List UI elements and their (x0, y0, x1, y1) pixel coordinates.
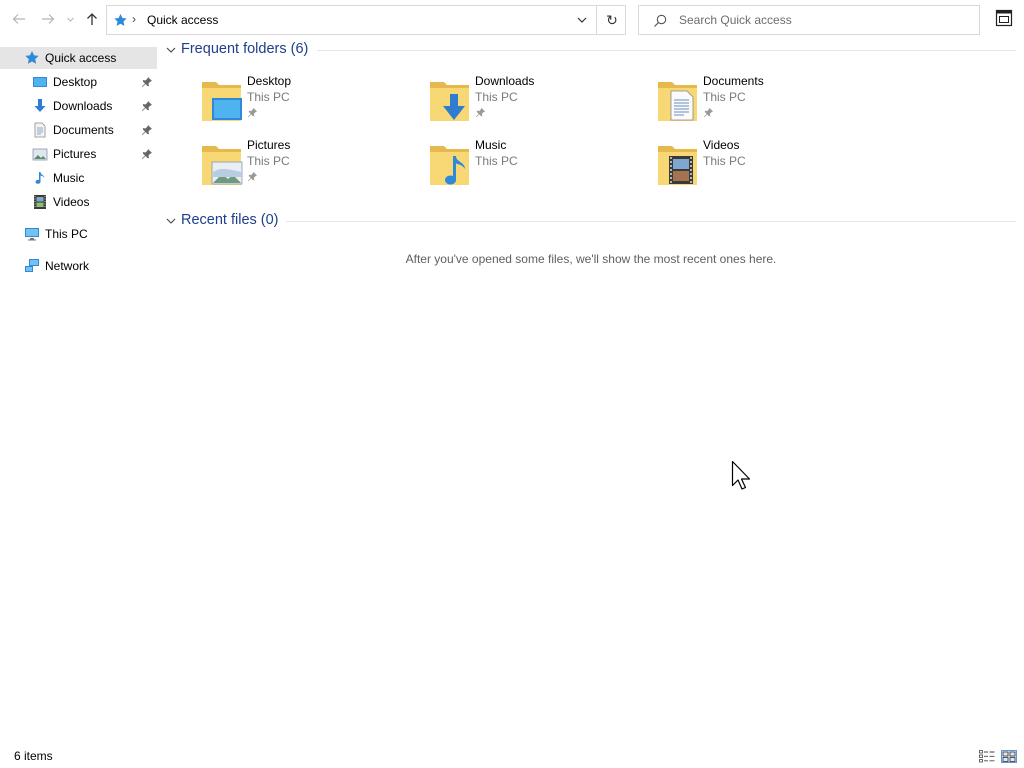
pin-icon (475, 107, 486, 118)
videos-folder-icon (658, 146, 697, 185)
folder-name: Desktop (247, 74, 292, 88)
sidebar-item-videos[interactable]: Videos (0, 191, 157, 213)
folder-location: This PC (703, 90, 746, 104)
group-divider (286, 221, 1016, 222)
address-history-dropdown[interactable] (571, 6, 593, 34)
sidebar-item-label: Quick access (45, 51, 117, 65)
search-input[interactable]: Search Quick access (679, 13, 792, 27)
sidebar-item-downloads[interactable]: Downloads (0, 95, 157, 117)
folder-tile-desktop[interactable]: Desktop This PC (201, 74, 421, 132)
recent-locations-button[interactable] (63, 9, 77, 29)
folder-name: Pictures (247, 138, 291, 152)
videos-icon (34, 195, 46, 209)
pin-icon (247, 107, 258, 118)
documents-icon (34, 122, 46, 138)
frequent-folders-header[interactable]: Frequent folders (6) (164, 40, 1016, 60)
sidebar-item-label: Music (53, 171, 85, 185)
recent-files-header[interactable]: Recent files (0) (164, 211, 1016, 231)
forward-button[interactable] (38, 9, 58, 29)
refresh-icon: ↻ (606, 11, 618, 28)
group-divider (317, 50, 1016, 51)
folder-name: Documents (703, 74, 764, 88)
sidebar-item-documents[interactable]: Documents (0, 119, 157, 141)
address-divider (596, 6, 597, 34)
music-icon (35, 172, 45, 184)
chevron-down-icon (166, 218, 176, 224)
network-icon (25, 259, 39, 272)
arrow-right-icon (42, 14, 55, 24)
search-box[interactable]: Search Quick access (638, 5, 980, 35)
tiles-view-icon[interactable] (1001, 750, 1017, 763)
sidebar-item-label: Documents (53, 123, 114, 137)
sidebar-item-pictures[interactable]: Pictures (0, 143, 157, 165)
mouse-cursor-icon (731, 460, 751, 490)
recent-files-empty-message: After you've opened some files, we'll sh… (405, 252, 777, 266)
sidebar-item-label: Downloads (53, 99, 113, 113)
quick-access-star-icon (25, 51, 39, 64)
sidebar-item-music[interactable]: Music (0, 167, 157, 189)
sidebar-item-label: Network (45, 259, 90, 273)
pin-icon[interactable] (141, 124, 153, 136)
pin-icon (703, 107, 714, 118)
folder-location: This PC (247, 154, 290, 168)
folder-name: Music (475, 138, 507, 152)
music-folder-icon (430, 146, 469, 185)
recent-files-title: Recent files (0) (181, 212, 279, 228)
folder-tile-documents[interactable]: Documents This PC (657, 74, 877, 132)
sidebar-item-label: Videos (53, 195, 90, 209)
downloads-icon (34, 99, 46, 112)
desktop-icon (33, 77, 47, 87)
sidebar-item-label: Desktop (53, 75, 98, 89)
preview-pane-icon[interactable] (995, 9, 1013, 27)
sidebar-item-desktop[interactable]: Desktop (0, 71, 157, 93)
up-button[interactable] (82, 9, 102, 29)
sidebar-item-label: This PC (45, 227, 88, 241)
folder-tile-videos[interactable]: Videos This PC (657, 138, 877, 196)
pin-icon[interactable] (141, 76, 153, 88)
pictures-folder-icon (202, 146, 243, 185)
downloads-folder-icon (430, 82, 469, 121)
refresh-button[interactable]: ↻ (598, 6, 626, 34)
folder-name: Videos (703, 138, 740, 152)
folder-location: This PC (703, 154, 746, 168)
sidebar-item-network[interactable]: Network (0, 255, 157, 277)
pin-icon (247, 171, 258, 182)
back-button[interactable] (9, 9, 29, 29)
search-icon (654, 14, 667, 27)
chevron-down-icon (166, 47, 176, 53)
sidebar-item-this-pc[interactable]: This PC (0, 223, 157, 245)
pin-icon[interactable] (141, 148, 153, 160)
arrow-left-icon (12, 14, 25, 24)
status-item-count: 6 items (14, 749, 53, 763)
this-pc-icon (25, 228, 39, 241)
folder-location: This PC (247, 90, 290, 104)
sidebar-item-label: Pictures (53, 147, 97, 161)
breadcrumb-quick-access[interactable]: Quick access (147, 13, 218, 27)
folder-name: Downloads (475, 74, 535, 88)
address-bar[interactable]: › Quick access ↻ (106, 5, 626, 35)
chevron-down-icon (577, 17, 587, 23)
frequent-folders-title: Frequent folders (6) (181, 41, 309, 57)
sidebar-item-quick-access[interactable]: Quick access (0, 47, 157, 69)
folder-location: This PC (475, 154, 518, 168)
documents-folder-icon (658, 82, 697, 121)
details-view-icon[interactable] (979, 750, 995, 763)
desktop-folder-icon (202, 82, 242, 121)
navigation-bar: › Quick access ↻ Search Quick access (0, 0, 1024, 40)
pictures-icon (32, 148, 48, 161)
arrow-up-icon (87, 13, 97, 25)
quick-access-star-icon (114, 13, 127, 26)
folder-tile-pictures[interactable]: Pictures This PC (201, 138, 421, 196)
folder-tile-music[interactable]: Music This PC (429, 138, 649, 196)
chevron-down-icon (66, 17, 74, 22)
folder-location: This PC (475, 90, 518, 104)
folder-tile-downloads[interactable]: Downloads This PC (429, 74, 649, 132)
pin-icon[interactable] (141, 100, 153, 112)
breadcrumb-separator[interactable]: › (132, 12, 136, 26)
